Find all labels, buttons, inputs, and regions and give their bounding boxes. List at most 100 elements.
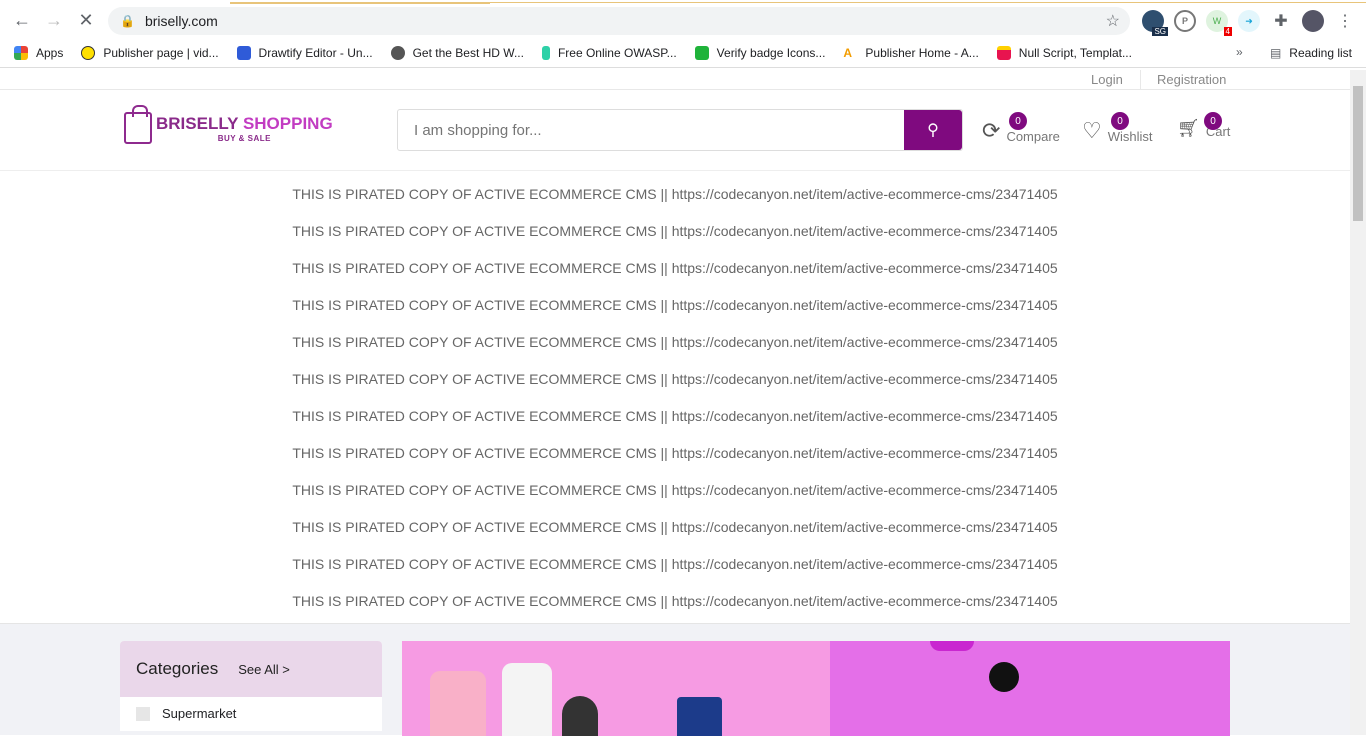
compare-count: 0 [1009, 112, 1027, 130]
piracy-notice: THIS IS PIRATED COPY OF ACTIVE ECOMMERCE… [292, 260, 1058, 276]
compare-label: Compare [1006, 129, 1060, 144]
bookmark-drawtify[interactable]: Drawtify Editor - Un... [236, 45, 373, 60]
stop-loading-icon[interactable]: ✕ [70, 10, 102, 31]
address-bar[interactable]: 🔒 briselly.com ☆ [108, 7, 1130, 35]
browser-toolbar: ← → ✕ 🔒 briselly.com ☆ SG P W4 ➜ ✚ ⋮ [0, 0, 1366, 38]
extensions: SG P W4 ➜ ✚ ⋮ [1142, 10, 1356, 36]
site-logo[interactable]: BRISELLY SHOPPING BUY & SALE [124, 105, 333, 144]
piracy-notice: THIS IS PIRATED COPY OF ACTIVE ECOMMERCE… [292, 445, 1058, 461]
site-header: BRISELLY SHOPPING BUY & SALE ⚲ ⟳ 0 Compa… [0, 90, 1350, 171]
wishlist-label: Wishlist [1107, 129, 1153, 144]
forward-icon[interactable]: → [38, 10, 70, 31]
scrollbar-thumb[interactable] [1353, 86, 1363, 221]
cart-icon: 🛒︎ [1177, 118, 1200, 138]
piracy-notice: THIS IS PIRATED COPY OF ACTIVE ECOMMERCE… [292, 556, 1058, 572]
cart-count: 0 [1204, 112, 1222, 130]
pinterest-icon[interactable]: P [1174, 10, 1196, 32]
back-icon[interactable]: ← [6, 10, 38, 31]
product-bottle-image [677, 697, 722, 736]
ext-badge: SG [1152, 27, 1168, 36]
divider [1140, 70, 1141, 90]
bookmark-label: Drawtify Editor - Un... [258, 45, 373, 60]
bookmark-apps[interactable]: Apps [14, 45, 64, 60]
decor-dot [989, 662, 1019, 692]
apps-grid-icon [14, 45, 28, 60]
wishlist-button[interactable]: ♡ 0 Wishlist [1082, 112, 1153, 144]
bookmark-hd-wallpapers[interactable]: Get the Best HD W... [390, 45, 524, 60]
url-text: briselly.com [144, 13, 218, 29]
category-thumbnail-icon [136, 707, 150, 721]
decor-circle [930, 641, 974, 651]
more-bookmarks-icon[interactable]: » [1236, 45, 1243, 59]
top-bar: Login Registration [0, 70, 1350, 90]
puzzle-extensions-icon[interactable]: ✚ [1270, 10, 1292, 32]
bookmark-verify-badge[interactable]: Verify badge Icons... [694, 45, 826, 60]
heart-icon: ♡ [1082, 118, 1102, 143]
cart-button[interactable]: 🛒︎ 0 Cart [1177, 112, 1230, 139]
bookmark-publisher-home[interactable]: A Publisher Home - A... [843, 46, 978, 60]
bookmark-label: Null Script, Templat... [1018, 45, 1132, 60]
reading-list-icon: ▤ [1269, 46, 1282, 60]
piracy-notice: THIS IS PIRATED COPY OF ACTIVE ECOMMERCE… [292, 186, 1058, 202]
login-link[interactable]: Login [1091, 72, 1123, 87]
share-extension-icon[interactable]: ➜ [1238, 10, 1260, 32]
whatsapp-extension-icon[interactable]: W4 [1206, 10, 1232, 36]
piracy-notice: THIS IS PIRATED COPY OF ACTIVE ECOMMERCE… [292, 519, 1058, 535]
piracy-notice: THIS IS PIRATED COPY OF ACTIVE ECOMMERCE… [292, 482, 1058, 498]
bookmark-label: Apps [36, 45, 64, 60]
bookmark-label: Verify badge Icons... [716, 45, 826, 60]
compare-button[interactable]: ⟳ 0 Compare [982, 112, 1060, 144]
loading-bar [230, 2, 490, 4]
promo-banner-toiletries[interactable] [402, 641, 830, 736]
compare-icon: ⟳ [982, 118, 1001, 143]
categories-panel: Categories See All > Supermarket [120, 641, 382, 731]
bookmark-label: Publisher Home - A... [865, 45, 979, 60]
ext-badge: 4 [1223, 27, 1232, 36]
menu-kebab-icon[interactable]: ⋮ [1334, 10, 1356, 32]
drawtify-icon [236, 45, 251, 60]
product-deodorant-image [562, 696, 598, 736]
home-section: Categories See All > Supermarket [0, 623, 1350, 736]
null-script-icon [996, 45, 1011, 60]
globe-extension-icon[interactable]: SG [1142, 10, 1168, 36]
piracy-notice: THIS IS PIRATED COPY OF ACTIVE ECOMMERCE… [292, 371, 1058, 387]
registration-link[interactable]: Registration [1157, 72, 1226, 87]
notice-list: THIS IS PIRATED COPY OF ACTIVE ECOMMERCE… [0, 171, 1350, 623]
globe-icon [390, 45, 405, 60]
piracy-notice: THIS IS PIRATED COPY OF ACTIVE ECOMMERCE… [292, 334, 1058, 350]
verify-badge-icon [694, 45, 709, 60]
bookmarks-bar: Apps Publisher page | vid... Drawtify Ed… [0, 38, 1366, 68]
owasp-icon [541, 45, 550, 60]
category-label: Supermarket [162, 706, 237, 721]
page: Login Registration BRISELLY SHOPPING BUY… [0, 70, 1350, 736]
page-scrollbar[interactable] [1350, 70, 1366, 735]
category-item[interactable]: Supermarket [120, 697, 382, 731]
bookmark-star-icon[interactable]: ☆ [1106, 11, 1120, 31]
reading-list-label: Reading list [1289, 46, 1352, 60]
logo-accent: SHOPPING [242, 113, 333, 133]
bookmark-label: Free Online OWASP... [557, 45, 677, 60]
product-bottle-image [502, 663, 552, 736]
wishlist-count: 0 [1111, 112, 1129, 130]
logo-tagline: BUY & SALE [217, 133, 271, 143]
lock-icon: 🔒 [120, 14, 135, 28]
logo-main: BRISELLY [156, 113, 239, 133]
reading-list-button[interactable]: ▤ Reading list [1270, 46, 1352, 60]
categories-header: Categories See All > [120, 641, 382, 697]
publisher-a-icon: A [843, 45, 853, 60]
bookmark-label: Publisher page | vid... [103, 45, 219, 60]
piracy-notice: THIS IS PIRATED COPY OF ACTIVE ECOMMERCE… [292, 408, 1058, 424]
bookmark-owasp[interactable]: Free Online OWASP... [541, 45, 677, 60]
bookmark-null-script[interactable]: Null Script, Templat... [996, 45, 1132, 60]
bookmark-publisher-page[interactable]: Publisher page | vid... [81, 45, 219, 60]
search-icon: ⚲ [927, 122, 939, 139]
search-input[interactable] [398, 110, 904, 150]
promo-banner[interactable] [830, 641, 1230, 736]
categories-title: Categories [136, 659, 219, 678]
search-bar: ⚲ [397, 109, 963, 151]
piracy-notice: THIS IS PIRATED COPY OF ACTIVE ECOMMERCE… [292, 297, 1058, 313]
loading-bar-line [470, 2, 1366, 3]
profile-avatar[interactable] [1302, 10, 1324, 32]
see-all-link[interactable]: See All > [238, 662, 290, 677]
search-button[interactable]: ⚲ [904, 110, 962, 150]
